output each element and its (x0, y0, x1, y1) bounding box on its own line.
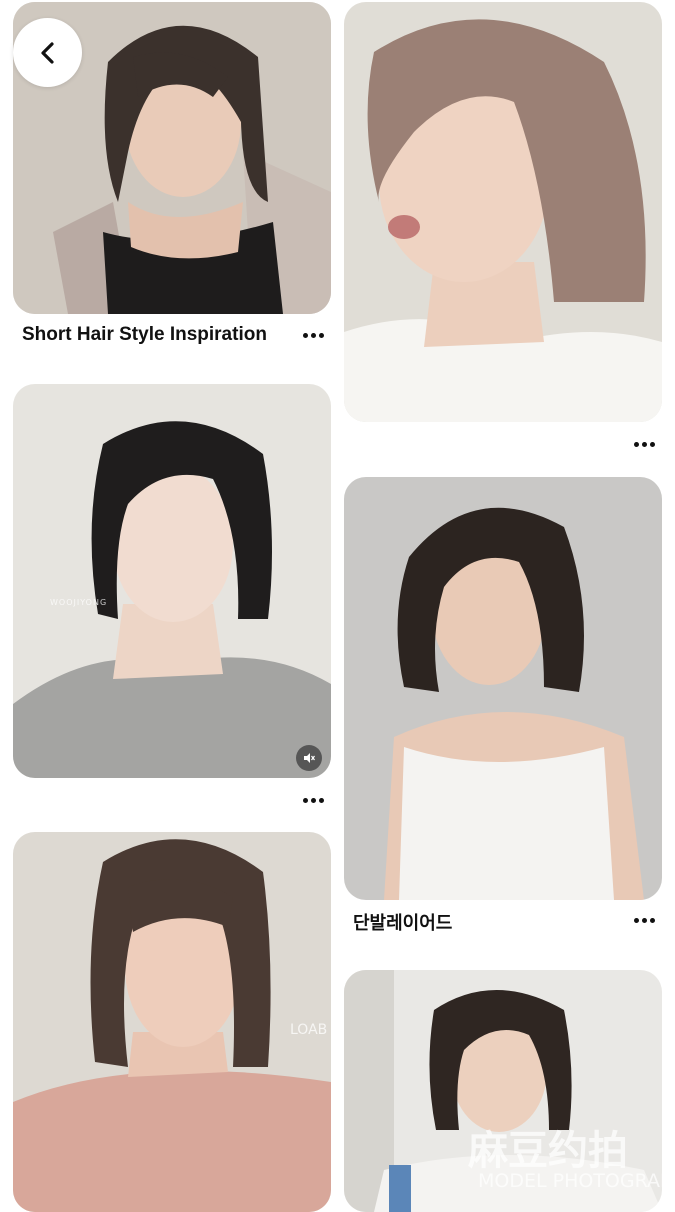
pin-more-button-4[interactable] (629, 910, 659, 930)
pin-title-1[interactable]: Short Hair Style Inspiration (22, 324, 267, 346)
portrait-photo (13, 832, 331, 1212)
mute-badge[interactable] (296, 745, 322, 771)
pin-image-2[interactable] (344, 2, 662, 422)
pin-more-button-1[interactable] (298, 325, 328, 345)
more-horizontal-icon (302, 797, 324, 803)
watermark-loab: LOAB (290, 1022, 328, 1038)
pin-image-3[interactable] (13, 384, 331, 778)
pin-title-4[interactable]: 단발레이어드 (353, 909, 452, 935)
more-horizontal-icon (302, 332, 324, 338)
portrait-photo (344, 2, 662, 422)
watermark-brand-sub: MODEL PHOTOGRAPHY (478, 1170, 675, 1192)
portrait-photo (13, 384, 331, 778)
mute-icon (304, 753, 315, 763)
pin-image-4[interactable] (344, 477, 662, 900)
pin-more-button-2[interactable] (629, 434, 659, 454)
back-button[interactable] (13, 18, 82, 87)
watermark-woojiyong: WOOJIYONG (50, 598, 108, 607)
chevron-left-icon (40, 41, 54, 64)
pin-more-button-3[interactable] (298, 790, 328, 810)
watermark-brand: 麻豆约拍 (468, 1128, 628, 1174)
portrait-photo (344, 477, 662, 900)
pin-image-5[interactable] (13, 832, 331, 1212)
more-horizontal-icon (633, 441, 655, 447)
more-horizontal-icon (633, 917, 655, 923)
